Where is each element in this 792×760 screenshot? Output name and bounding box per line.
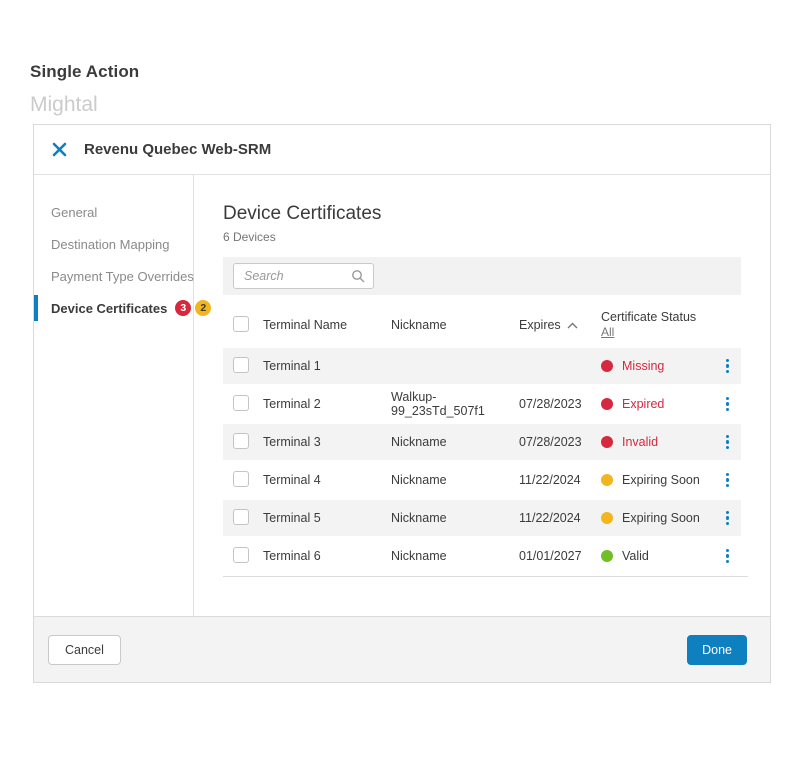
column-header-certificate-status: Certificate Status bbox=[601, 309, 697, 324]
terminal-name-cell: Terminal 5 bbox=[263, 511, 321, 525]
column-header-nickname[interactable]: Nickname bbox=[391, 318, 519, 332]
search-box bbox=[233, 263, 374, 289]
dialog-title: Revenu Quebec Web-SRM bbox=[84, 141, 272, 158]
app-name: Mightal bbox=[30, 93, 98, 116]
table-row: Terminal 4 Nickname 11/22/2024 Expiring … bbox=[223, 462, 741, 500]
nickname-cell: Nickname bbox=[391, 549, 447, 563]
row-checkbox[interactable] bbox=[233, 470, 249, 487]
row-checkbox[interactable] bbox=[233, 546, 249, 563]
sort-ascending-icon bbox=[567, 318, 578, 332]
terminal-name-cell: Terminal 6 bbox=[263, 549, 321, 563]
kebab-menu-icon[interactable] bbox=[722, 395, 734, 414]
kebab-menu-icon[interactable] bbox=[722, 471, 734, 490]
sidebar-item-label: Payment Type Overrides bbox=[51, 268, 194, 284]
status-cell: Invalid bbox=[601, 435, 711, 449]
kebab-menu-icon[interactable] bbox=[722, 433, 734, 452]
sidebar-item-label: General bbox=[51, 204, 98, 220]
row-checkbox[interactable] bbox=[233, 508, 249, 525]
nickname-cell: Nickname bbox=[391, 435, 447, 449]
search-icon bbox=[351, 269, 365, 288]
row-checkbox[interactable] bbox=[233, 394, 249, 411]
device-certificates-panel: Device Certificates 6 Devices Terminal N… bbox=[194, 175, 770, 616]
status-label: Expired bbox=[622, 397, 665, 411]
sidebar-item-label: Device Certificates bbox=[51, 300, 168, 316]
status-cell: Valid bbox=[601, 549, 711, 563]
terminal-name-cell: Terminal 4 bbox=[263, 473, 321, 487]
status-dot-icon bbox=[601, 436, 613, 448]
sidebar-item-payment-type-overrides[interactable]: Payment Type Overrides bbox=[34, 260, 194, 292]
nickname-cell: Nickname bbox=[391, 473, 447, 487]
cancel-button[interactable]: Cancel bbox=[48, 634, 121, 665]
expires-cell: 07/28/2023 bbox=[519, 397, 582, 411]
column-header-terminal-name[interactable]: Terminal Name bbox=[263, 318, 391, 332]
select-all-checkbox[interactable] bbox=[233, 315, 249, 332]
status-label: Invalid bbox=[622, 435, 659, 449]
dialog-header: Revenu Quebec Web-SRM bbox=[34, 125, 770, 175]
expires-cell: 07/28/2023 bbox=[519, 435, 582, 449]
terminal-name-cell: Terminal 1 bbox=[263, 359, 321, 373]
sidebar-item-device-certificates[interactable]: Device Certificates 3 2 bbox=[34, 292, 212, 324]
status-dot-icon bbox=[601, 512, 613, 524]
sidebar-item-destination-mapping[interactable]: Destination Mapping bbox=[34, 228, 193, 260]
table-row: Terminal 1 Missing bbox=[223, 348, 741, 386]
status-dot-icon bbox=[601, 398, 613, 410]
status-cell: Missing bbox=[601, 359, 711, 373]
table-row: Terminal 6 Nickname 01/01/2027 Valid bbox=[223, 538, 741, 576]
table-row: Terminal 5 Nickname 11/22/2024 Expiring … bbox=[223, 500, 741, 538]
nickname-cell: Nickname bbox=[391, 511, 447, 525]
sidebar-item-label: Destination Mapping bbox=[51, 236, 170, 252]
table-bottom-divider bbox=[223, 576, 748, 577]
kebab-menu-icon[interactable] bbox=[722, 509, 734, 528]
web-srm-dialog: Revenu Quebec Web-SRM General Destinatio… bbox=[33, 124, 771, 683]
expires-cell: 01/01/2027 bbox=[519, 549, 582, 563]
kebab-menu-icon[interactable] bbox=[722, 547, 734, 566]
error-count-badge: 3 bbox=[175, 300, 192, 316]
status-label: Missing bbox=[622, 359, 665, 373]
status-filter-all-link[interactable]: All bbox=[601, 325, 614, 340]
expires-cell: 11/22/2024 bbox=[519, 473, 581, 487]
terminal-name-cell: Terminal 3 bbox=[263, 435, 321, 449]
status-label: Valid bbox=[622, 549, 649, 563]
settings-sidebar: General Destination Mapping Payment Type… bbox=[34, 175, 212, 616]
table-row: Terminal 2 Walkup-99_23sTd_507f1 07/28/2… bbox=[223, 386, 741, 424]
column-header-expires[interactable]: Expires bbox=[519, 318, 601, 332]
terminal-name-cell: Terminal 2 bbox=[263, 397, 321, 411]
status-dot-icon bbox=[601, 474, 613, 486]
status-label: Expiring Soon bbox=[622, 511, 700, 525]
selected-indicator bbox=[34, 295, 38, 321]
page-title: Single Action bbox=[30, 62, 140, 81]
table-row: Terminal 3 Nickname 07/28/2023 Invalid bbox=[223, 424, 741, 462]
table-header-row: Terminal Name Nickname Expires Certifica… bbox=[223, 302, 741, 348]
status-label: Expiring Soon bbox=[622, 473, 700, 487]
status-cell: Expiring Soon bbox=[601, 473, 711, 487]
status-dot-icon bbox=[601, 360, 613, 372]
status-dot-icon bbox=[601, 550, 613, 562]
sidebar-item-general[interactable]: General bbox=[34, 196, 193, 228]
expires-cell: 11/22/2024 bbox=[519, 511, 581, 525]
close-icon[interactable] bbox=[50, 141, 68, 159]
page: Single Action Mightal Revenu Quebec Web-… bbox=[0, 62, 792, 760]
row-checkbox[interactable] bbox=[233, 432, 249, 449]
kebab-menu-icon[interactable] bbox=[722, 357, 734, 376]
status-cell: Expiring Soon bbox=[601, 511, 711, 525]
table-toolbar bbox=[223, 257, 741, 295]
dialog-footer: Cancel Done bbox=[34, 616, 770, 682]
nickname-cell: Walkup-99_23sTd_507f1 bbox=[391, 390, 485, 418]
row-checkbox[interactable] bbox=[233, 356, 249, 373]
done-button[interactable]: Done bbox=[687, 634, 747, 665]
device-count: 6 Devices bbox=[223, 230, 276, 244]
panel-title: Device Certificates bbox=[223, 203, 382, 224]
status-cell: Expired bbox=[601, 397, 711, 411]
